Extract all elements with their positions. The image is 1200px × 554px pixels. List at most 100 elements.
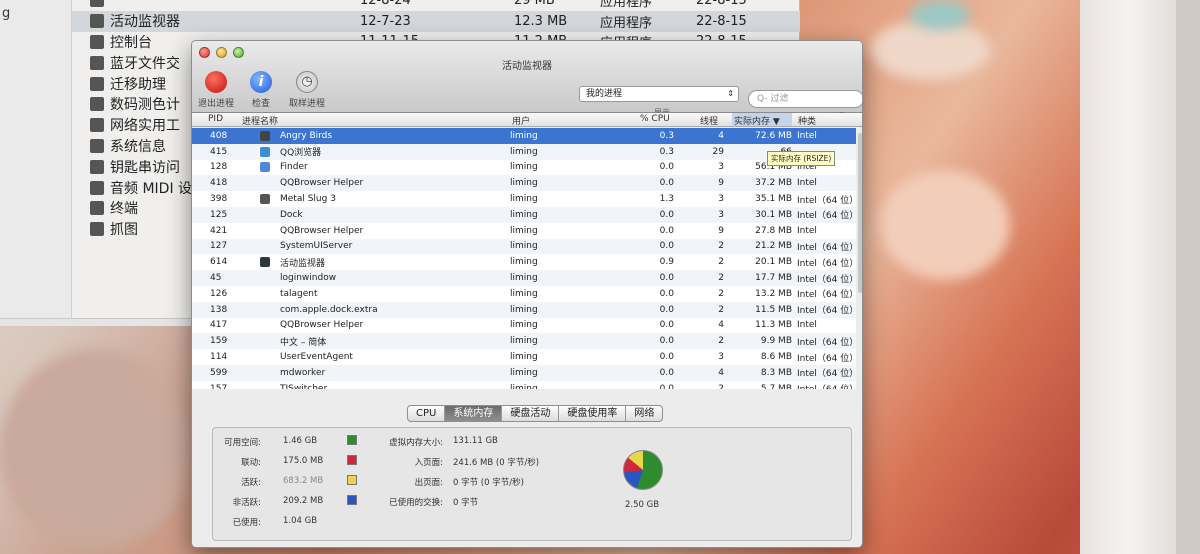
process-threads: 3 bbox=[718, 194, 724, 205]
process-name: QQ浏览器 bbox=[280, 148, 322, 159]
app-name: 抓图 bbox=[110, 222, 138, 239]
memory-panel: 可用空间: 1.46 GB 联动: 175.0 MB 活跃: 683.2 MB … bbox=[212, 427, 852, 541]
column-threads[interactable]: 线程 bbox=[700, 114, 718, 127]
process-user: liming bbox=[510, 194, 538, 205]
inactive-value: 209.2 MB bbox=[283, 496, 324, 506]
process-row[interactable]: 126 talagent liming 0.0 2 13.2 MB Intel（64 位） bbox=[192, 286, 856, 302]
process-cpu: 0.3 bbox=[659, 130, 674, 141]
process-row[interactable]: 421 QQBrowser Helper liming 0.0 9 27.8 MB Inte… bbox=[192, 223, 856, 239]
tab-3[interactable]: 硬盘使用率 bbox=[559, 406, 627, 421]
process-threads: 3 bbox=[718, 352, 724, 363]
app-name: 蓝牙文件交 bbox=[110, 55, 180, 72]
process-mem: 5.7 MB bbox=[760, 383, 792, 389]
process-user: liming bbox=[510, 225, 538, 236]
finder-list-item[interactable]: 活动监视器 12-7-23 12.3 MB 应用程序 22-8-15 bbox=[72, 10, 800, 32]
process-name: Dock bbox=[280, 209, 303, 220]
process-user: liming bbox=[510, 162, 538, 173]
process-pid: 157 bbox=[210, 383, 228, 389]
process-app-icon bbox=[260, 146, 270, 157]
page-in-label: 入页面: bbox=[414, 458, 443, 468]
swap-label: 已使用的交换: bbox=[389, 498, 443, 508]
process-row[interactable]: 159 中文 – 简体 liming 0.0 2 9.9 MB Intel（64 位） bbox=[192, 333, 856, 350]
process-threads: 3 bbox=[718, 162, 724, 173]
process-cpu: 0.0 bbox=[659, 304, 674, 315]
process-cpu: 0.0 bbox=[659, 367, 674, 378]
process-row[interactable]: 125 Dock liming 0.0 3 30.1 MB Intel（64 位） bbox=[192, 207, 856, 223]
process-row[interactable]: 415QQ浏览器liming0.32966 bbox=[192, 143, 856, 160]
process-name: 活动监视器 bbox=[280, 258, 326, 269]
stopwatch-icon: ◷ bbox=[296, 71, 318, 93]
tab-0[interactable]: CPU bbox=[408, 406, 446, 421]
process-kind: Intel（64 位） bbox=[797, 369, 856, 380]
inspect-button[interactable]: i 检查 bbox=[250, 71, 272, 109]
column-kind[interactable]: 种类 bbox=[798, 114, 816, 127]
column-real-memory[interactable]: 实际内存 ▼ bbox=[732, 113, 792, 127]
process-user: liming bbox=[510, 336, 538, 347]
process-filter-select[interactable]: 我的进程 ⇕ bbox=[579, 86, 739, 102]
table-header: PID 进程名称 用户 % CPU 线程 实际内存 ▼ 种类 bbox=[192, 113, 862, 127]
process-threads: 2 bbox=[718, 273, 724, 284]
sample-process-button[interactable]: ◷ 取样进程 bbox=[289, 71, 325, 109]
process-row[interactable]: 157 TISwitcher liming 0.0 2 5.7 MB Intel（64 位） bbox=[192, 381, 856, 389]
process-row[interactable]: 408 Angry Birds liming 0.3 4 72.6 MB Intel bbox=[192, 128, 856, 144]
process-row[interactable]: 138 com.apple.dock.extra liming 0.0 2 11.5 MB… bbox=[192, 301, 856, 318]
process-kind: Intel（64 位） bbox=[797, 211, 856, 222]
quit-process-button[interactable]: 退出进程 bbox=[198, 71, 234, 109]
app-icon bbox=[90, 97, 104, 112]
process-kind: Intel（64 位） bbox=[797, 337, 856, 348]
inactive-swatch bbox=[347, 495, 357, 505]
process-name: com.apple.dock.extra bbox=[280, 304, 378, 315]
process-mem: 13.2 MB bbox=[755, 288, 792, 299]
process-row[interactable]: 418 QQBrowser Helper liming 0.0 9 37.2 MB Inte… bbox=[192, 175, 856, 192]
sample-process-label: 取样进程 bbox=[289, 99, 326, 109]
tab-4[interactable]: 网络 bbox=[626, 406, 662, 421]
process-pid: 418 bbox=[210, 178, 228, 189]
process-kind: Intel（64 位） bbox=[797, 306, 856, 317]
process-row[interactable]: 128 Finder liming 0.0 3 56.1 MB Intel bbox=[192, 160, 856, 176]
column-cpu[interactable]: % CPU bbox=[640, 114, 670, 124]
column-name[interactable]: 进程名称 bbox=[242, 114, 278, 127]
vm-size-value: 131.11 GB bbox=[453, 436, 498, 446]
process-mem: 8.6 MB bbox=[760, 352, 792, 363]
process-row[interactable]: 114 UserEventAgent liming 0.0 3 8.6 MB Intel（6… bbox=[192, 349, 856, 365]
process-row[interactable]: 45 loginwindow liming 0.0 2 17.7 MB Intel（64 位… bbox=[192, 270, 856, 286]
app-icon bbox=[90, 201, 104, 216]
process-pid: 599 bbox=[210, 367, 228, 378]
free-label: 可用空间: bbox=[224, 438, 261, 448]
column-user[interactable]: 用户 bbox=[512, 114, 530, 127]
activity-monitor-window: 活动监视器 退出进程 i 检查 ◷ 取样进程 我的进程 ⇕ 显示 Q- 过滤 过… bbox=[191, 40, 863, 548]
process-user: liming bbox=[510, 178, 538, 189]
finder-list-item[interactable]: 12-8-24 29 MB 应用程序 22-8-15 bbox=[72, 0, 800, 11]
process-mem: 11.3 MB bbox=[755, 320, 792, 331]
chevron-updown-icon: ⇕ bbox=[727, 89, 734, 98]
app-icon bbox=[90, 55, 104, 70]
process-pid: 114 bbox=[210, 352, 228, 363]
tab-1[interactable]: 系统内存 bbox=[445, 406, 503, 421]
process-kind: Intel bbox=[797, 225, 817, 236]
process-row[interactable]: 398 Metal Slug 3 liming 1.3 3 35.1 MB Intel（64… bbox=[192, 191, 856, 207]
swap-value: 0 字节 bbox=[453, 498, 479, 508]
process-row[interactable]: 127 SystemUIServer liming 0.0 2 21.2 MB Intel（… bbox=[192, 238, 856, 255]
memory-pie-chart bbox=[623, 450, 663, 490]
process-pid: 417 bbox=[210, 320, 228, 331]
process-row[interactable]: 599 mdworker liming 0.0 4 8.3 MB Intel（64 位） bbox=[192, 365, 856, 381]
column-pid[interactable]: PID bbox=[208, 114, 223, 124]
app-name: 系统信息 bbox=[110, 138, 166, 155]
process-pid: 398 bbox=[210, 194, 228, 205]
process-cpu: 1.3 bbox=[659, 194, 674, 205]
page-in-value: 241.6 MB (0 字节/秒) bbox=[453, 458, 540, 468]
process-threads: 2 bbox=[718, 288, 724, 299]
search-input[interactable]: Q- 过滤 bbox=[748, 90, 862, 108]
process-kind: Intel（64 位） bbox=[797, 195, 856, 206]
process-cpu: 0.0 bbox=[659, 273, 674, 284]
process-row[interactable]: 614 活动监视器 liming 0.9 2 20.1 MB Intel（64 位） bbox=[192, 254, 856, 270]
process-name: QQBrowser Helper bbox=[280, 178, 364, 189]
vertical-scrollbar[interactable] bbox=[858, 133, 862, 293]
process-mem: 37.2 MB bbox=[755, 178, 792, 189]
process-pid: 127 bbox=[210, 241, 228, 252]
process-user: liming bbox=[510, 209, 538, 220]
process-row[interactable]: 417 QQBrowser Helper liming 0.0 4 11.3 MB Inte… bbox=[192, 318, 856, 334]
tab-2[interactable]: 硬盘活动 bbox=[502, 406, 560, 421]
process-cpu: 0.0 bbox=[659, 352, 674, 363]
process-threads: 2 bbox=[718, 257, 724, 268]
